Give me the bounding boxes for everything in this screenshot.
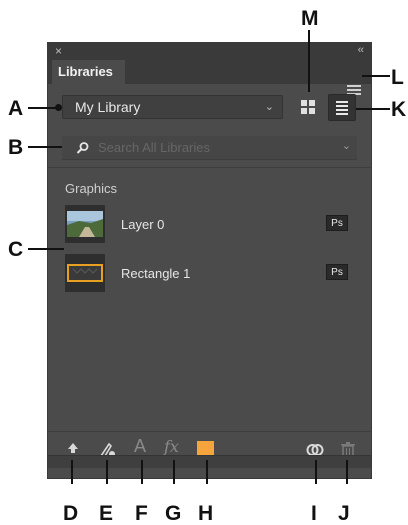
item-name: Layer 0 [121,217,165,232]
callout-line [141,460,143,484]
callout-line [28,107,58,109]
search-icon [76,142,89,154]
callout-a: A [8,97,24,120]
collapse-icon[interactable]: ‹‹ [358,44,364,56]
callout-line [362,75,390,77]
chevron-down-icon[interactable]: ⌄ [342,139,351,152]
photoshop-badge: Ps [326,264,348,280]
footer-toolbar: A fx [48,431,371,468]
callout-dot [55,104,62,111]
divider [48,167,371,168]
callout-line [106,460,108,484]
library-dropdown-value: My Library [75,99,141,115]
callout-j: J [338,502,350,525]
photoshop-badge: Ps [326,215,348,231]
list-item[interactable]: Rectangle 1 Ps [65,254,360,294]
callout-m: M [301,7,319,30]
callout-g: G [165,502,182,525]
callout-c: C [8,238,24,261]
callout-line [28,146,62,148]
tab-strip: Libraries [48,60,371,95]
layer-style-icon[interactable]: fx [164,437,179,456]
list-item[interactable]: Layer 0 Ps [65,205,360,245]
callout-line [206,460,208,484]
item-name: Rectangle 1 [121,266,191,281]
text-style-icon[interactable]: A [134,436,146,457]
callout-i: I [311,502,317,525]
callout-l: L [391,66,404,89]
list-view-button[interactable] [328,94,356,121]
callout-line [28,248,64,250]
libraries-panel: × ‹‹ Libraries My Library ⌄ Search All L… [47,42,372,479]
callout-b: B [8,136,24,159]
search-placeholder: Search All Libraries [98,140,210,155]
callout-line [308,30,310,92]
close-icon[interactable]: × [55,44,62,58]
grid-view-icon[interactable] [299,98,317,116]
item-thumbnail [65,254,105,292]
callout-line [346,460,348,484]
library-dropdown[interactable]: My Library ⌄ [62,95,283,119]
callout-line [315,460,317,484]
panel-titlebar: × ‹‹ [48,43,371,60]
callout-e: E [99,502,114,525]
group-label: Graphics [65,181,118,196]
callout-line [173,460,175,484]
callout-line [356,108,390,110]
item-thumbnail [65,205,105,243]
chevron-down-icon: ⌄ [264,101,274,113]
tab-libraries[interactable]: Libraries [52,60,125,84]
resize-strip [48,455,371,468]
list-view-icon [336,101,348,115]
callout-line [71,460,73,484]
callout-h: H [198,502,214,525]
callout-k: K [391,98,407,121]
callout-f: F [135,502,148,525]
search-field[interactable]: Search All Libraries ⌄ [62,136,357,160]
callout-d: D [63,502,79,525]
